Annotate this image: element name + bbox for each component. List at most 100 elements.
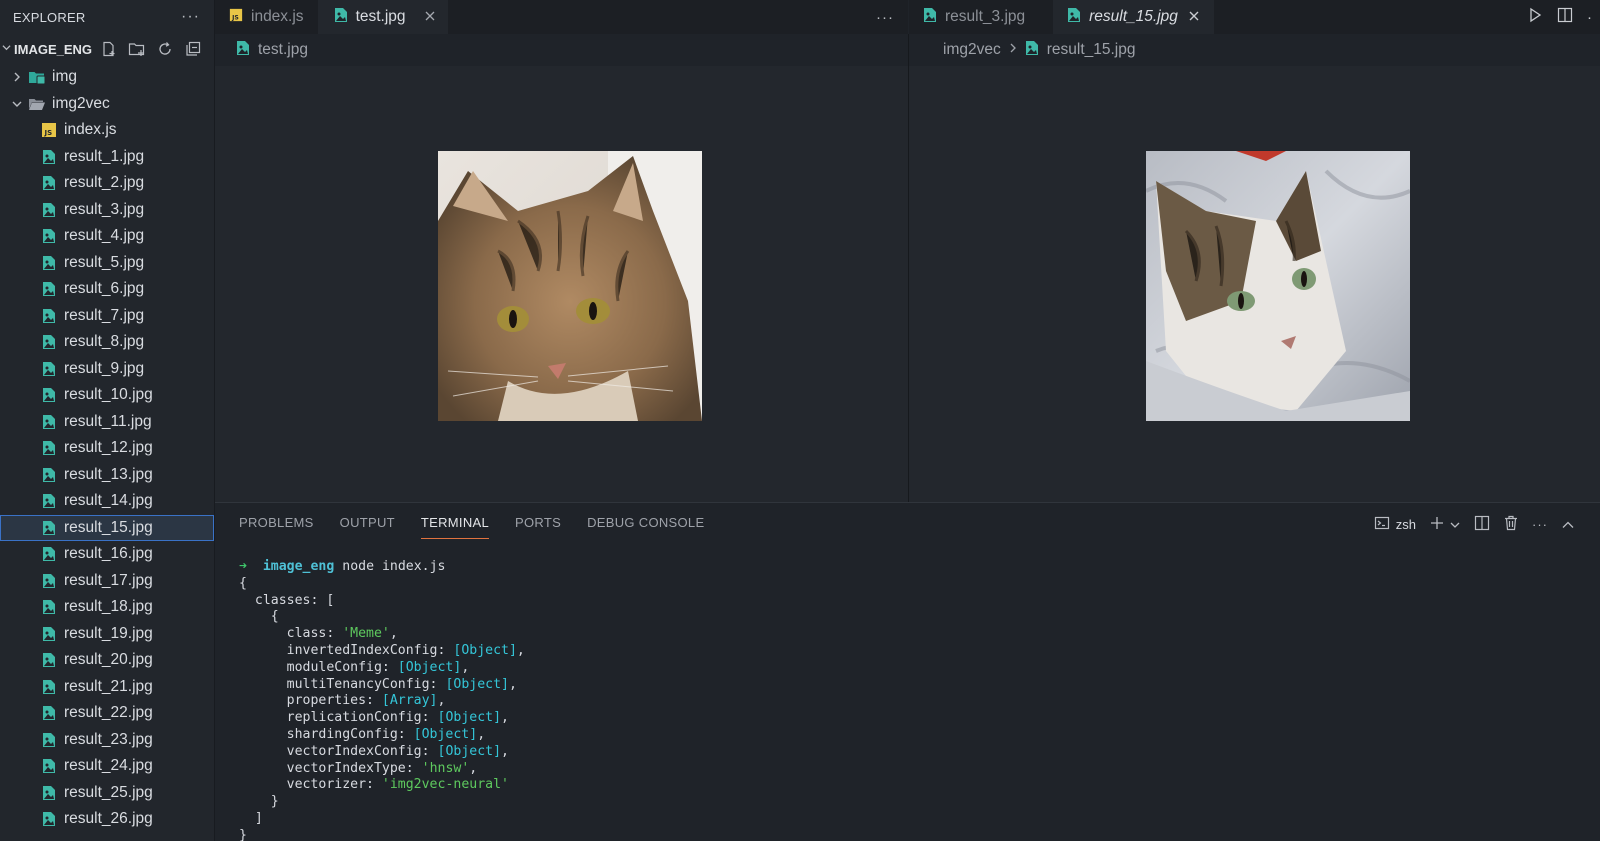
tree-file-item[interactable]: result_5.jpg [0, 250, 214, 277]
chevron-right-icon [10, 72, 24, 82]
collapse-all-icon[interactable] [184, 40, 202, 58]
tab-terminal[interactable]: TERMINAL [420, 515, 490, 539]
right-editor-tabbar: result_3.jpg result_15.jpg [909, 0, 1600, 34]
split-editor-icon[interactable] [1557, 7, 1573, 27]
tree-file-item[interactable]: result_11.jpg [0, 409, 214, 436]
tree-file-item[interactable]: result_9.jpg [0, 356, 214, 383]
terminal-key: multiTenancyConfig: [239, 676, 446, 692]
tab-result-15-jpg[interactable]: result_15.jpg [1053, 0, 1214, 34]
image-file-icon [1067, 7, 1081, 28]
tree-file-item[interactable]: result_7.jpg [0, 303, 214, 330]
split-terminal-icon[interactable] [1474, 515, 1490, 534]
tree-item-label: result_23.jpg [64, 730, 153, 748]
tree-file-item[interactable]: result_14.jpg [0, 488, 214, 515]
tree-folder-img[interactable]: img [0, 64, 214, 91]
tab-index-js[interactable]: JS index.js [215, 0, 318, 34]
tab-test-jpg[interactable]: test.jpg [317, 0, 448, 34]
editor-actions: · [1527, 0, 1592, 34]
tree-file-item[interactable]: result_4.jpg [0, 223, 214, 250]
tree-file-item[interactable]: result_18.jpg [0, 594, 214, 621]
image-file-icon [334, 7, 348, 28]
tree-item-label: result_4.jpg [64, 227, 145, 245]
breadcrumb-file[interactable]: test.jpg [258, 41, 308, 59]
image-file-icon [40, 148, 58, 166]
tree-item-label: result_2.jpg [64, 174, 145, 192]
tree-file-item[interactable]: result_15.jpg [0, 514, 214, 541]
tree-file-item[interactable]: result_2.jpg [0, 170, 214, 197]
tree-file-item[interactable]: result_1.jpg [0, 144, 214, 171]
tree-item-label: result_24.jpg [64, 757, 153, 775]
tab-label: index.js [251, 8, 304, 25]
tree-file-item[interactable]: result_16.jpg [0, 541, 214, 568]
tree-item-label: result_17.jpg [64, 571, 153, 589]
tree-file-item[interactable]: result_3.jpg [0, 197, 214, 224]
tree-file-index-js[interactable]: JS index.js [0, 117, 214, 144]
tree-item-label: result_19.jpg [64, 624, 153, 642]
new-folder-icon[interactable] [128, 40, 146, 58]
svg-text:JS: JS [44, 129, 53, 137]
tab-problems[interactable]: PROBLEMS [239, 515, 314, 539]
overflow-icon[interactable]: · [1587, 9, 1592, 26]
run-icon[interactable] [1527, 7, 1543, 27]
editor-more-button[interactable]: ··· [876, 0, 908, 34]
tree-file-item[interactable]: result_21.jpg [0, 674, 214, 701]
tab-ports[interactable]: PORTS [515, 515, 561, 539]
tree-file-item[interactable]: result_25.jpg [0, 780, 214, 807]
tree-file-item[interactable]: result_12.jpg [0, 435, 214, 462]
plus-icon [1430, 516, 1444, 533]
more-actions-icon[interactable]: ··· [1532, 517, 1548, 532]
tree-file-item[interactable]: result_8.jpg [0, 329, 214, 356]
tree-item-label: result_11.jpg [64, 412, 152, 430]
tree-file-item[interactable]: result_6.jpg [0, 276, 214, 303]
tab-result-3-jpg[interactable]: result_3.jpg [909, 0, 1053, 34]
tree-item-label: index.js [64, 121, 117, 139]
tree-item-label: result_14.jpg [64, 492, 153, 510]
terminal-shell-selector[interactable]: zsh [1374, 515, 1416, 534]
breadcrumb-folder[interactable]: img2vec [943, 41, 1001, 59]
image-file-icon [40, 307, 58, 325]
tree-file-item[interactable]: result_24.jpg [0, 753, 214, 780]
tree-item-label: result_1.jpg [64, 147, 145, 165]
trash-icon[interactable] [1504, 515, 1518, 534]
tree-file-item[interactable]: result_20.jpg [0, 647, 214, 674]
tree-file-item[interactable]: result_23.jpg [0, 727, 214, 754]
tab-debug-console[interactable]: DEBUG CONSOLE [587, 515, 704, 539]
tree-file-item[interactable]: result_19.jpg [0, 621, 214, 648]
chevron-down-icon[interactable] [1450, 517, 1460, 532]
new-file-icon[interactable] [100, 40, 118, 58]
tree-file-item[interactable]: result_13.jpg [0, 462, 214, 489]
folder-open-icon [28, 95, 46, 113]
tree-item-label: result_18.jpg [64, 598, 153, 616]
close-icon[interactable] [424, 9, 436, 25]
tree-file-item[interactable]: result_26.jpg [0, 806, 214, 833]
tree-file-item[interactable]: result_17.jpg [0, 568, 214, 595]
refresh-icon[interactable] [156, 40, 174, 58]
terminal-value: 'Meme' [342, 626, 390, 642]
panel-actions: zsh ··· [1374, 515, 1574, 534]
cat-image-result-15 [1146, 151, 1410, 421]
tree-item-label: result_7.jpg [64, 306, 145, 324]
explorer-more-button[interactable]: ··· [181, 8, 200, 26]
tree-file-item[interactable]: result_10.jpg [0, 382, 214, 409]
image-file-icon [40, 333, 58, 351]
breadcrumb: test.jpg [236, 34, 308, 66]
close-icon[interactable] [1188, 9, 1200, 25]
terminal-value: [Object] [437, 743, 502, 759]
terminal-value: 'hnsw' [421, 760, 470, 776]
breadcrumb-file[interactable]: result_15.jpg [1047, 41, 1136, 59]
chevron-up-icon[interactable] [1562, 517, 1574, 532]
tree-item-label: result_15.jpg [64, 518, 153, 536]
tree-item-label: result_9.jpg [64, 359, 145, 377]
terminal-value: [Object] [445, 676, 509, 692]
image-file-icon [40, 678, 58, 696]
terminal-value: [Object] [453, 642, 517, 658]
image-file-icon [40, 810, 58, 828]
tree-folder-img2vec[interactable]: img2vec [0, 91, 214, 118]
workspace-folder-row[interactable]: IMAGE_ENG [0, 34, 214, 64]
image-file-icon [40, 439, 58, 457]
tab-output[interactable]: OUTPUT [340, 515, 395, 539]
tree-file-item[interactable]: result_22.jpg [0, 700, 214, 727]
terminal-output[interactable]: ➜ image_eng node index.js { classes: [ {… [239, 559, 525, 841]
new-terminal-button[interactable] [1430, 516, 1460, 533]
tree-item-label: result_26.jpg [64, 810, 153, 828]
